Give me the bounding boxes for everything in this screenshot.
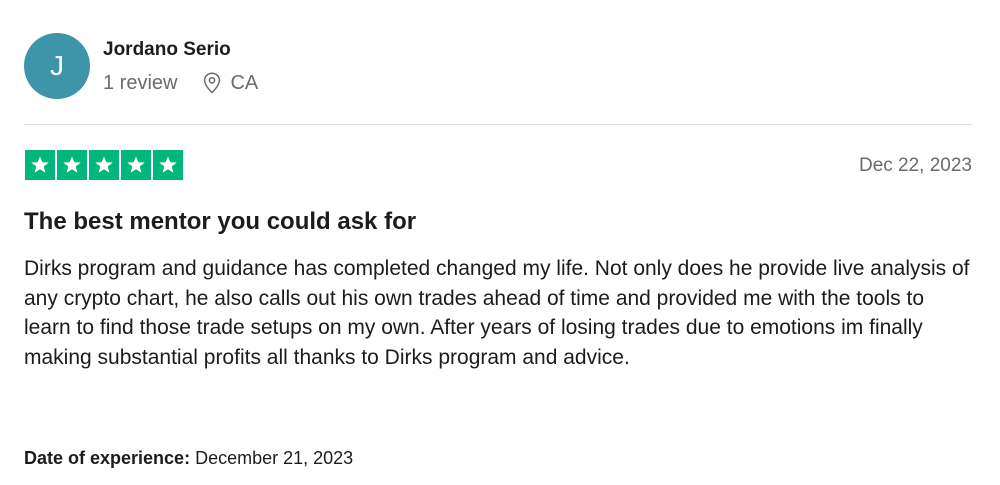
reviewer-location: CA [230, 72, 259, 94]
star-rating [25, 150, 185, 180]
review-card: J Jordano Serio 1 review CA Dec 22, 2023… [0, 0, 1000, 485]
experience-label: Date of experience: [24, 448, 191, 468]
star-icon [89, 150, 119, 180]
reviewer-meta: 1 review CA [103, 71, 258, 95]
review-count: 1 review [103, 72, 178, 94]
reviewer-name[interactable]: Jordano Serio [103, 38, 258, 62]
review-title[interactable]: The best mentor you could ask for [24, 207, 416, 237]
map-pin-icon [203, 72, 221, 94]
star-icon [153, 150, 183, 180]
star-icon [121, 150, 151, 180]
star-icon [57, 150, 87, 180]
reviewer-header: J Jordano Serio 1 review CA [24, 33, 258, 99]
divider [24, 124, 972, 125]
review-body: Dirks program and guidance has completed… [24, 257, 970, 369]
review-date: Dec 22, 2023 [858, 155, 972, 176]
date-of-experience: Date of experience: December 21, 2023 [24, 446, 353, 470]
experience-date: December 21, 2023 [195, 448, 354, 468]
reviewer-info: Jordano Serio 1 review CA [103, 38, 258, 95]
avatar[interactable]: J [24, 33, 90, 99]
star-icon [25, 150, 55, 180]
